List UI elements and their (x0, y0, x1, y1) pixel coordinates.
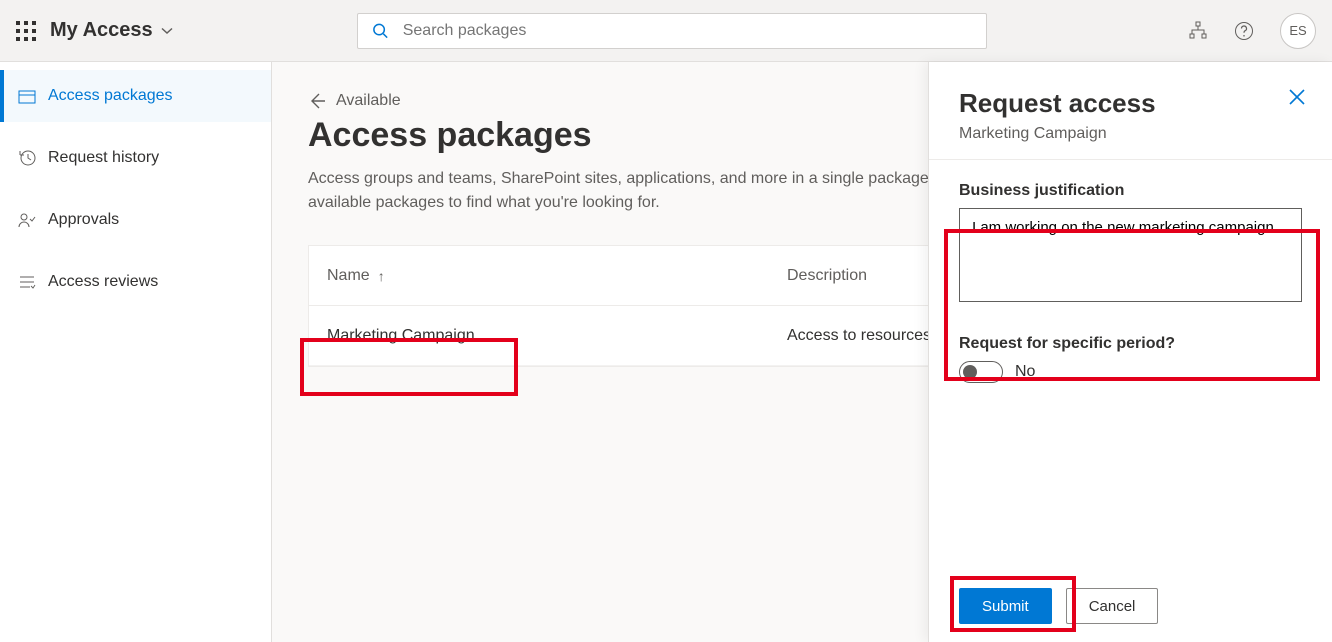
panel-body: Business justification Request for speci… (929, 160, 1332, 570)
cancel-button[interactable]: Cancel (1066, 588, 1159, 624)
search-input[interactable] (403, 22, 972, 40)
request-access-panel: Request access Marketing Campaign Busine… (928, 62, 1332, 642)
reviews-icon (18, 273, 36, 291)
sidebar-item-label: Access reviews (48, 273, 158, 291)
submit-button[interactable]: Submit (959, 588, 1052, 624)
panel-header: Request access Marketing Campaign (929, 62, 1332, 160)
justification-label: Business justification (959, 182, 1302, 200)
period-toggle[interactable]: No (959, 361, 1302, 383)
avatar[interactable]: ES (1280, 13, 1316, 49)
search-box[interactable] (357, 13, 987, 49)
help-icon[interactable] (1234, 21, 1254, 41)
panel-footer: Submit Cancel (929, 570, 1332, 642)
breadcrumb-label: Available (336, 92, 401, 110)
topbar: My Access ES (0, 0, 1332, 62)
waffle-icon[interactable] (16, 21, 36, 41)
avatar-initials: ES (1289, 23, 1306, 38)
sidebar-item-label: Approvals (48, 211, 119, 229)
panel-subtitle: Marketing Campaign (959, 125, 1302, 143)
sidebar-item-label: Request history (48, 149, 159, 167)
chevron-down-icon (161, 25, 173, 37)
sidebar-item-access-packages[interactable]: Access packages (0, 70, 271, 122)
app-title[interactable]: My Access (50, 19, 173, 42)
sidebar-item-request-history[interactable]: Request history (0, 132, 271, 184)
justification-input[interactable] (959, 208, 1302, 302)
sitemap-icon[interactable] (1188, 21, 1208, 41)
toggle-pill (959, 361, 1003, 383)
history-icon (18, 149, 36, 167)
back-arrow-icon (308, 92, 326, 110)
search-icon (372, 22, 389, 40)
sort-asc-icon: ↑ (378, 268, 385, 284)
column-name-header[interactable]: Name ↑ (327, 267, 787, 285)
approvals-icon (18, 211, 36, 229)
sidebar: Access packages Request history Approval… (0, 62, 272, 642)
row-name: Marketing Campaign (327, 327, 787, 345)
topbar-right: ES (1188, 13, 1316, 49)
panel-title: Request access (959, 88, 1302, 119)
toggle-value: No (1015, 363, 1035, 381)
sidebar-item-label: Access packages (48, 87, 173, 105)
page-description: Access groups and teams, SharePoint site… (308, 167, 1008, 215)
sidebar-item-access-reviews[interactable]: Access reviews (0, 256, 271, 308)
sidebar-item-approvals[interactable]: Approvals (0, 194, 271, 246)
package-icon (18, 87, 36, 105)
close-icon[interactable] (1288, 88, 1306, 106)
period-label: Request for specific period? (959, 335, 1302, 353)
app-title-text: My Access (50, 19, 153, 42)
toggle-knob (963, 365, 977, 379)
